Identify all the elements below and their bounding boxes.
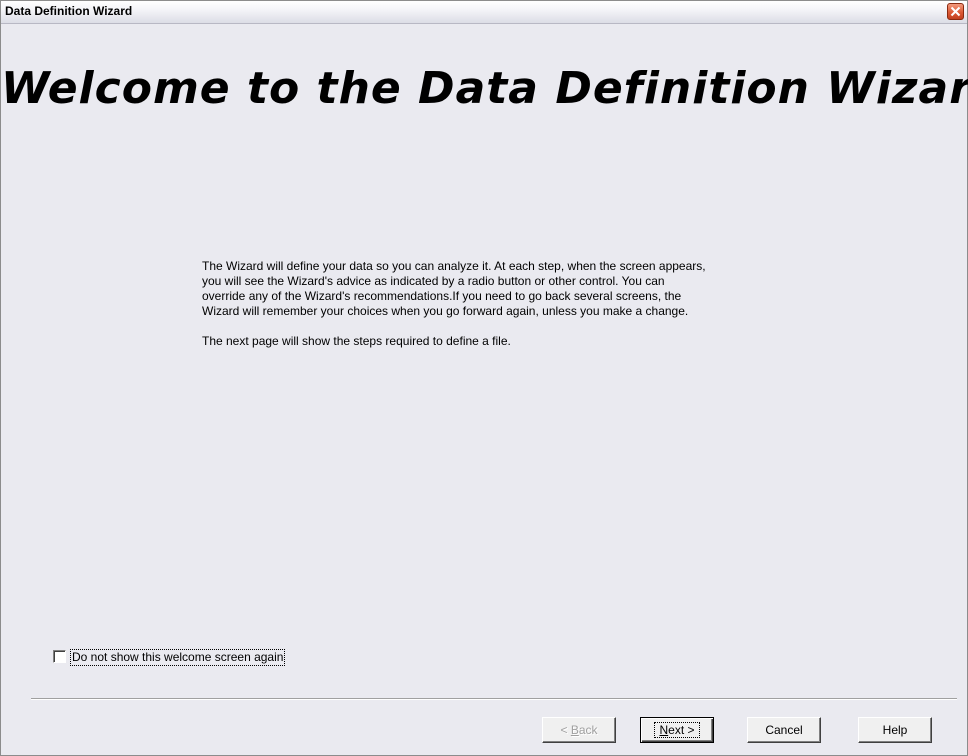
dont-show-again-checkbox[interactable]: [53, 650, 66, 663]
back-button[interactable]: < Back: [542, 717, 616, 743]
next-page-note: The next page will show the steps requir…: [202, 334, 511, 348]
back-prefix: <: [560, 722, 571, 737]
description-line: Wizard will remember your choices when y…: [202, 304, 689, 318]
wizard-description: The Wizard will define your data so you …: [202, 259, 792, 364]
close-icon: [950, 6, 961, 17]
welcome-heading: Welcome to the Data Definition Wizard: [1, 63, 968, 114]
description-line: The Wizard will define your data so you …: [202, 259, 706, 273]
next-focus-ring: Next >: [654, 721, 700, 738]
window-title: Data Definition Wizard: [5, 4, 133, 18]
cancel-button[interactable]: Cancel: [747, 717, 821, 743]
title-bar[interactable]: Data Definition Wizard: [1, 1, 967, 24]
next-button[interactable]: Next >: [640, 717, 714, 743]
dont-show-again-label[interactable]: Do not show this welcome screen again: [70, 649, 286, 666]
back-rest: ack: [578, 722, 598, 737]
description-line: override any of the Wizard's recommendat…: [202, 289, 682, 303]
wizard-window: Data Definition Wizard Welcome to the Da…: [0, 0, 968, 756]
button-separator: [31, 698, 957, 700]
description-line: you will see the Wizard's advice as indi…: [202, 274, 665, 288]
next-rest: ext >: [668, 722, 695, 737]
help-button[interactable]: Help: [858, 717, 932, 743]
next-mnemonic: N: [659, 722, 669, 737]
close-button[interactable]: [947, 3, 964, 20]
back-mnemonic: B: [570, 722, 579, 737]
description-paragraph: The Wizard will define your data so you …: [202, 259, 792, 319]
